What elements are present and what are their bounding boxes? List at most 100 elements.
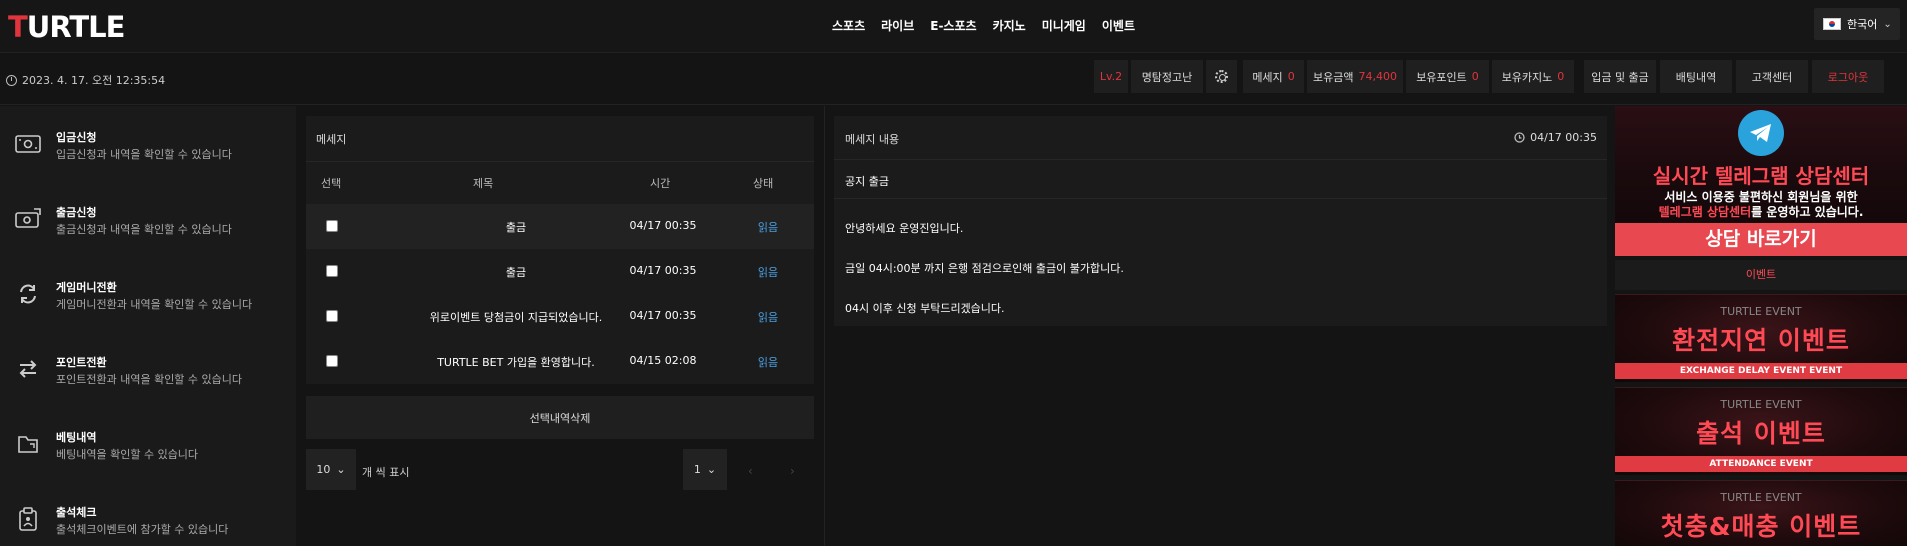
row-time: 04/15 02:08 (629, 354, 697, 367)
table-row[interactable]: 출금 04/17 00:35 읽음 (306, 204, 814, 249)
page-select[interactable]: 1 ⌄ (683, 449, 727, 490)
event-title: 환전지연 이벤트 (1672, 326, 1850, 355)
divider (824, 106, 825, 546)
deposit-withdraw-button[interactable]: 입금 및 출금 (1584, 60, 1656, 93)
row-status: 읽음 (757, 356, 779, 369)
row-status: 읽음 (757, 311, 779, 324)
chevron-down-icon: ⌄ (1883, 18, 1892, 30)
sidebar-title: 게임머니전환 (56, 281, 117, 294)
support-button[interactable]: 고객센터 (1736, 60, 1808, 93)
info-bar: 2023. 4. 17. 오전 12:35:54 Lv.2 명탐정고난 메세지 … (0, 54, 1907, 105)
col-select: 선택 (321, 177, 342, 190)
nav-esports[interactable]: E-스포츠 (930, 17, 976, 34)
nav-minigame[interactable]: 미니게임 (1042, 17, 1086, 34)
site-logo[interactable]: TURTLE (8, 10, 125, 44)
clock-icon (6, 74, 17, 86)
row-status: 읽음 (757, 266, 779, 279)
event-header[interactable]: 이벤트 (1615, 260, 1907, 290)
nav-event[interactable]: 이벤트 (1102, 17, 1135, 34)
sidebar-desc: 게임머니전환과 내역을 확인할 수 있습니다 (56, 298, 253, 311)
points-value: 0 (1471, 70, 1479, 83)
row-checkbox[interactable] (326, 265, 338, 277)
sidebar-desc: 포인트전환과 내역을 확인할 수 있습니다 (56, 373, 243, 386)
panel-title: 메세지 (316, 133, 347, 146)
sidebar-desc: 출금신청과 내역을 확인할 수 있습니다 (56, 223, 232, 236)
sidebar-title: 출금신청 (56, 206, 97, 219)
col-time: 시간 (650, 177, 671, 190)
sidebar-item-attendance[interactable]: 출석체크 출석체크이벤트에 참가할 수 있습니다 (0, 481, 296, 546)
sidebar-item-withdraw[interactable]: 출금신청 출금신청과 내역을 확인할 수 있습니다 (0, 181, 296, 256)
language-label: 한국어 (1847, 18, 1878, 31)
delete-selected-button[interactable]: 선택내역삭제 (306, 396, 814, 439)
main-nav: 스포츠 라이브 E-스포츠 카지노 미니게임 이벤트 (832, 17, 1135, 34)
row-time: 04/17 00:35 (629, 264, 697, 277)
event-banner[interactable]: TURTLE EVENT 첫충&매충 이벤트 (1615, 480, 1907, 546)
event-title: 첫충&매충 이벤트 (1660, 512, 1862, 541)
message-count-button[interactable]: 메세지 0 (1243, 60, 1304, 93)
telegram-title: 실시간 텔레그램 상담센터 (1652, 164, 1870, 188)
casino-value: 0 (1557, 70, 1565, 83)
telegram-banner[interactable]: 실시간 텔레그램 상담센터 서비스 이용중 불편하신 회원님을 위한 텔레그램 … (1615, 106, 1907, 256)
gear-icon (1215, 70, 1228, 83)
sidebar-item-game-money[interactable]: 게임머니전환 게임머니전환과 내역을 확인할 수 있습니다 (0, 256, 296, 331)
cash-out-icon (14, 207, 42, 231)
logout-button[interactable]: 로그아웃 (1812, 60, 1884, 93)
per-page-select[interactable]: 10 ⌄ (306, 449, 356, 490)
casino-balance-display: 보유카지노 0 (1492, 60, 1574, 93)
event-banner[interactable]: TURTLE EVENT 출석 이벤트 ATTENDANCE EVENT (1615, 387, 1907, 475)
korea-flag-icon (1823, 18, 1841, 30)
sidebar-title: 포인트전환 (56, 356, 107, 369)
telegram-subtitle-2: 텔레그램 상담센터를 운영하고 있습니다. (1658, 205, 1864, 219)
message-content-panel: 메세지 내용 04/17 00:35 공지 출금 안녕하세요 운영진입니다. 금… (834, 116, 1607, 326)
message-list-panel: 메세지 선택 제목 시간 상태 출금 04/17 00:35 읽음 출금 04/… (306, 116, 814, 384)
sidebar-title: 베팅내역 (56, 431, 97, 444)
nav-live[interactable]: 라이브 (881, 17, 914, 34)
sidebar-desc: 입금신청과 내역을 확인할 수 있습니다 (56, 148, 232, 161)
row-checkbox[interactable] (326, 310, 338, 322)
col-status: 상태 (753, 177, 774, 190)
top-header: TURTLE 스포츠 라이브 E-스포츠 카지노 미니게임 이벤트 한국어 ⌄ (0, 0, 1907, 53)
content-date: 04/17 00:35 (1514, 131, 1597, 144)
cash-in-icon (14, 132, 42, 156)
telegram-consult-button[interactable]: 상담 바로가기 (1615, 223, 1907, 256)
refresh-icon (14, 282, 42, 306)
table-row[interactable]: TURTLE BET 가입을 환영합니다. 04/15 02:08 읽음 (306, 339, 814, 384)
col-subject: 제목 (473, 177, 494, 190)
nav-sports[interactable]: 스포츠 (832, 17, 865, 34)
balance-value: 74,400 (1358, 70, 1397, 83)
telegram-icon (1738, 110, 1784, 156)
row-time: 04/17 00:35 (629, 309, 697, 322)
table-header: 선택 제목 시간 상태 (306, 161, 814, 204)
row-checkbox[interactable] (326, 355, 338, 367)
sidebar-item-point-convert[interactable]: 포인트전환 포인트전환과 내역을 확인할 수 있습니다 (0, 331, 296, 406)
level-badge: Lv.2 (1094, 60, 1128, 93)
promo-banners: 실시간 텔레그램 상담센터 서비스 이용중 불편하신 회원님을 위한 텔레그램 … (1615, 106, 1907, 546)
sidebar-item-bet-history[interactable]: 베팅내역 베팅내역을 확인할 수 있습니다 (0, 406, 296, 481)
nickname[interactable]: 명탐정고난 (1131, 60, 1203, 93)
row-checkbox[interactable] (326, 220, 338, 232)
event-banner[interactable]: TURTLE EVENT 환전지연 이벤트 EXCHANGE DELAY EVE… (1615, 294, 1907, 382)
table-row[interactable]: 위로이벤트 당첨금이 지급되었습니다. 04/17 00:35 읽음 (306, 294, 814, 339)
sidebar-title: 출석체크 (56, 506, 97, 519)
per-page-label: 개 씩 표시 (362, 466, 410, 479)
points-display: 보유포인트 0 (1406, 60, 1489, 93)
row-time: 04/17 00:35 (629, 219, 697, 232)
bet-history-button[interactable]: 배팅내역 (1660, 60, 1732, 93)
next-page-icon[interactable]: › (790, 464, 795, 478)
prev-page-icon[interactable]: ‹ (748, 464, 753, 478)
clipboard-icon (14, 506, 42, 531)
content-line: 04시 이후 신청 부탁드리겠습니다. (845, 302, 1005, 315)
clock-icon (1514, 132, 1525, 143)
settings-button[interactable] (1206, 60, 1237, 93)
sidebar-desc: 베팅내역을 확인할 수 있습니다 (56, 448, 199, 461)
table-row[interactable]: 출금 04/17 00:35 읽음 (306, 249, 814, 294)
sidebar-item-deposit[interactable]: 입금신청 입금신청과 내역을 확인할 수 있습니다 (0, 106, 296, 181)
language-select[interactable]: 한국어 ⌄ (1814, 8, 1900, 40)
message-count: 0 (1287, 70, 1295, 83)
message-label: 메세지 (1252, 70, 1283, 84)
swap-icon (14, 357, 42, 381)
nav-casino[interactable]: 카지노 (993, 17, 1026, 34)
folder-icon (14, 432, 42, 456)
content-heading: 공지 출금 (834, 159, 1607, 199)
content-title: 메세지 내용 (845, 133, 900, 146)
